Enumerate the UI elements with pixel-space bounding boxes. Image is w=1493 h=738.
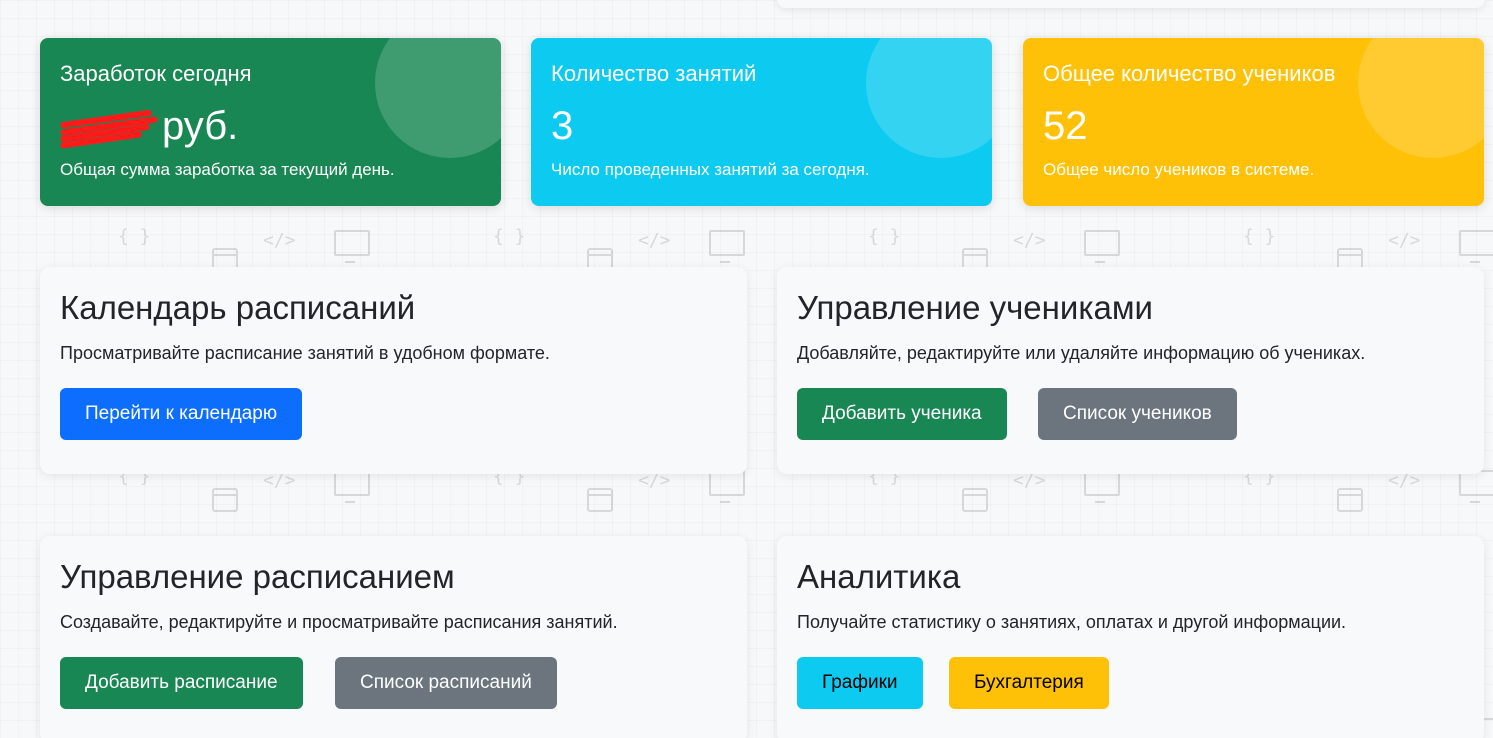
earnings-today-card: Заработок сегодня руб. Общая сумма зараб… [40,38,501,206]
monitor-icon [1459,230,1493,263]
code-icon: </> [263,230,296,251]
redaction-scribble [59,110,158,150]
code-icon: </> [1388,230,1421,251]
calendar-pattern-icon [962,488,988,512]
lessons-value: 3 [551,104,574,148]
lessons-title: Количество занятий [551,61,757,86]
monitor-icon [334,230,370,263]
go-to-calendar-button[interactable]: Перейти к календарю [60,388,303,440]
accounting-button[interactable]: Бухгалтерия [949,657,1109,709]
calendar-description: Просматривайте расписание занятий в удоб… [60,343,550,363]
calendar-pattern-icon [212,488,238,512]
charts-button[interactable]: Графики [797,657,923,709]
students-total-title: Общее количество учеников [1043,61,1336,86]
decorative-circle [375,38,501,158]
analytics-description: Получайте статистику о занятиях, оплатах… [797,612,1347,632]
decorative-circle [866,38,992,158]
earnings-currency: руб. [162,104,239,148]
monitor-icon [1084,230,1120,263]
students-list-button[interactable]: Список учеников [1038,388,1237,440]
earnings-description: Общая сумма заработка за текущий день. [60,160,395,179]
analytics-title: Аналитика [797,558,961,595]
calendar-pattern-icon [1337,488,1363,512]
students-total-description: Общее число учеников в системе. [1043,160,1315,179]
decorative-circle [1358,38,1484,158]
students-title: Управление учениками [797,289,1153,326]
top-card-edge [777,0,1485,8]
schedule-title: Управление расписанием [60,558,455,595]
students-card: Управление учениками Добавляйте, редакти… [777,267,1484,474]
calendar-pattern-icon [587,488,613,512]
students-total-value: 52 [1043,104,1088,148]
add-schedule-button[interactable]: Добавить расписание [60,657,303,709]
braces-icon: { } [493,226,526,247]
add-student-button[interactable]: Добавить ученика [797,388,1007,440]
monitor-icon [709,230,745,263]
schedule-description: Создавайте, редактируйте и просматривайт… [60,612,618,632]
schedule-card: Управление расписанием Создавайте, редак… [40,536,747,738]
students-description: Добавляйте, редактируйте или удаляйте ин… [797,343,1366,363]
braces-icon: { } [1243,226,1276,247]
schedules-list-button[interactable]: Список расписаний [335,657,557,709]
calendar-card: Календарь расписаний Просматривайте расп… [40,267,747,474]
earnings-value: руб. [59,102,239,150]
braces-icon: { } [868,226,901,247]
analytics-card: Аналитика Получайте статистику о занятия… [777,536,1484,738]
earnings-title: Заработок сегодня [60,61,252,86]
lessons-description: Число проведенных занятий за сегодня. [551,160,870,179]
braces-icon: { } [118,226,151,247]
lessons-count-card: Количество занятий 3 Число проведенных з… [531,38,992,206]
code-icon: </> [1013,230,1046,251]
code-icon: </> [638,230,671,251]
students-total-card: Общее количество учеников 52 Общее число… [1023,38,1484,206]
calendar-title: Календарь расписаний [60,289,416,326]
